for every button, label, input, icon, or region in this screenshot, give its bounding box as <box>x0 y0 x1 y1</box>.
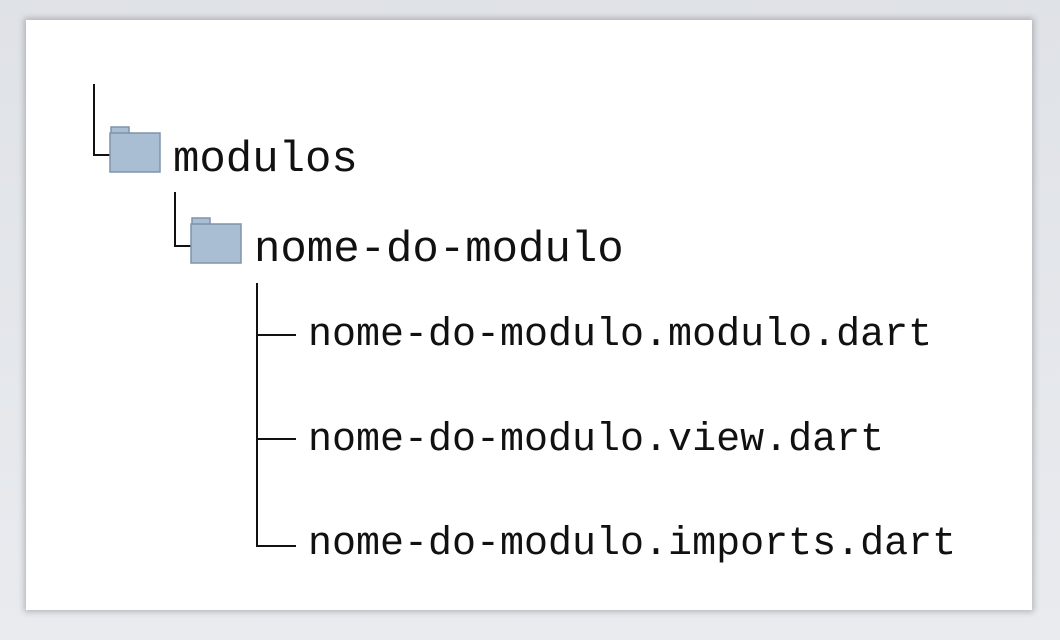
file-connector-2 <box>256 438 296 440</box>
diagram-frame: modulos nome-do-modulo nome-do-modulo.mo… <box>0 0 1060 640</box>
folder-icon <box>109 125 161 173</box>
root-connector-vertical <box>93 84 95 156</box>
folder-icon <box>190 216 242 264</box>
file-connector-trunk <box>256 283 258 547</box>
file-label-view-dart: nome-do-modulo.view.dart <box>308 418 885 463</box>
folder-label-nome-do-modulo: nome-do-modulo <box>254 225 624 275</box>
file-connector-3 <box>256 545 296 547</box>
folder-label-modulos: modulos <box>173 135 358 185</box>
file-connector-1 <box>256 334 296 336</box>
file-label-modulo-dart: nome-do-modulo.modulo.dart <box>308 313 933 358</box>
child-folder-connector-vertical <box>174 192 176 247</box>
file-label-imports-dart: nome-do-modulo.imports.dart <box>308 522 957 567</box>
diagram-card: modulos nome-do-modulo nome-do-modulo.mo… <box>26 20 1032 610</box>
